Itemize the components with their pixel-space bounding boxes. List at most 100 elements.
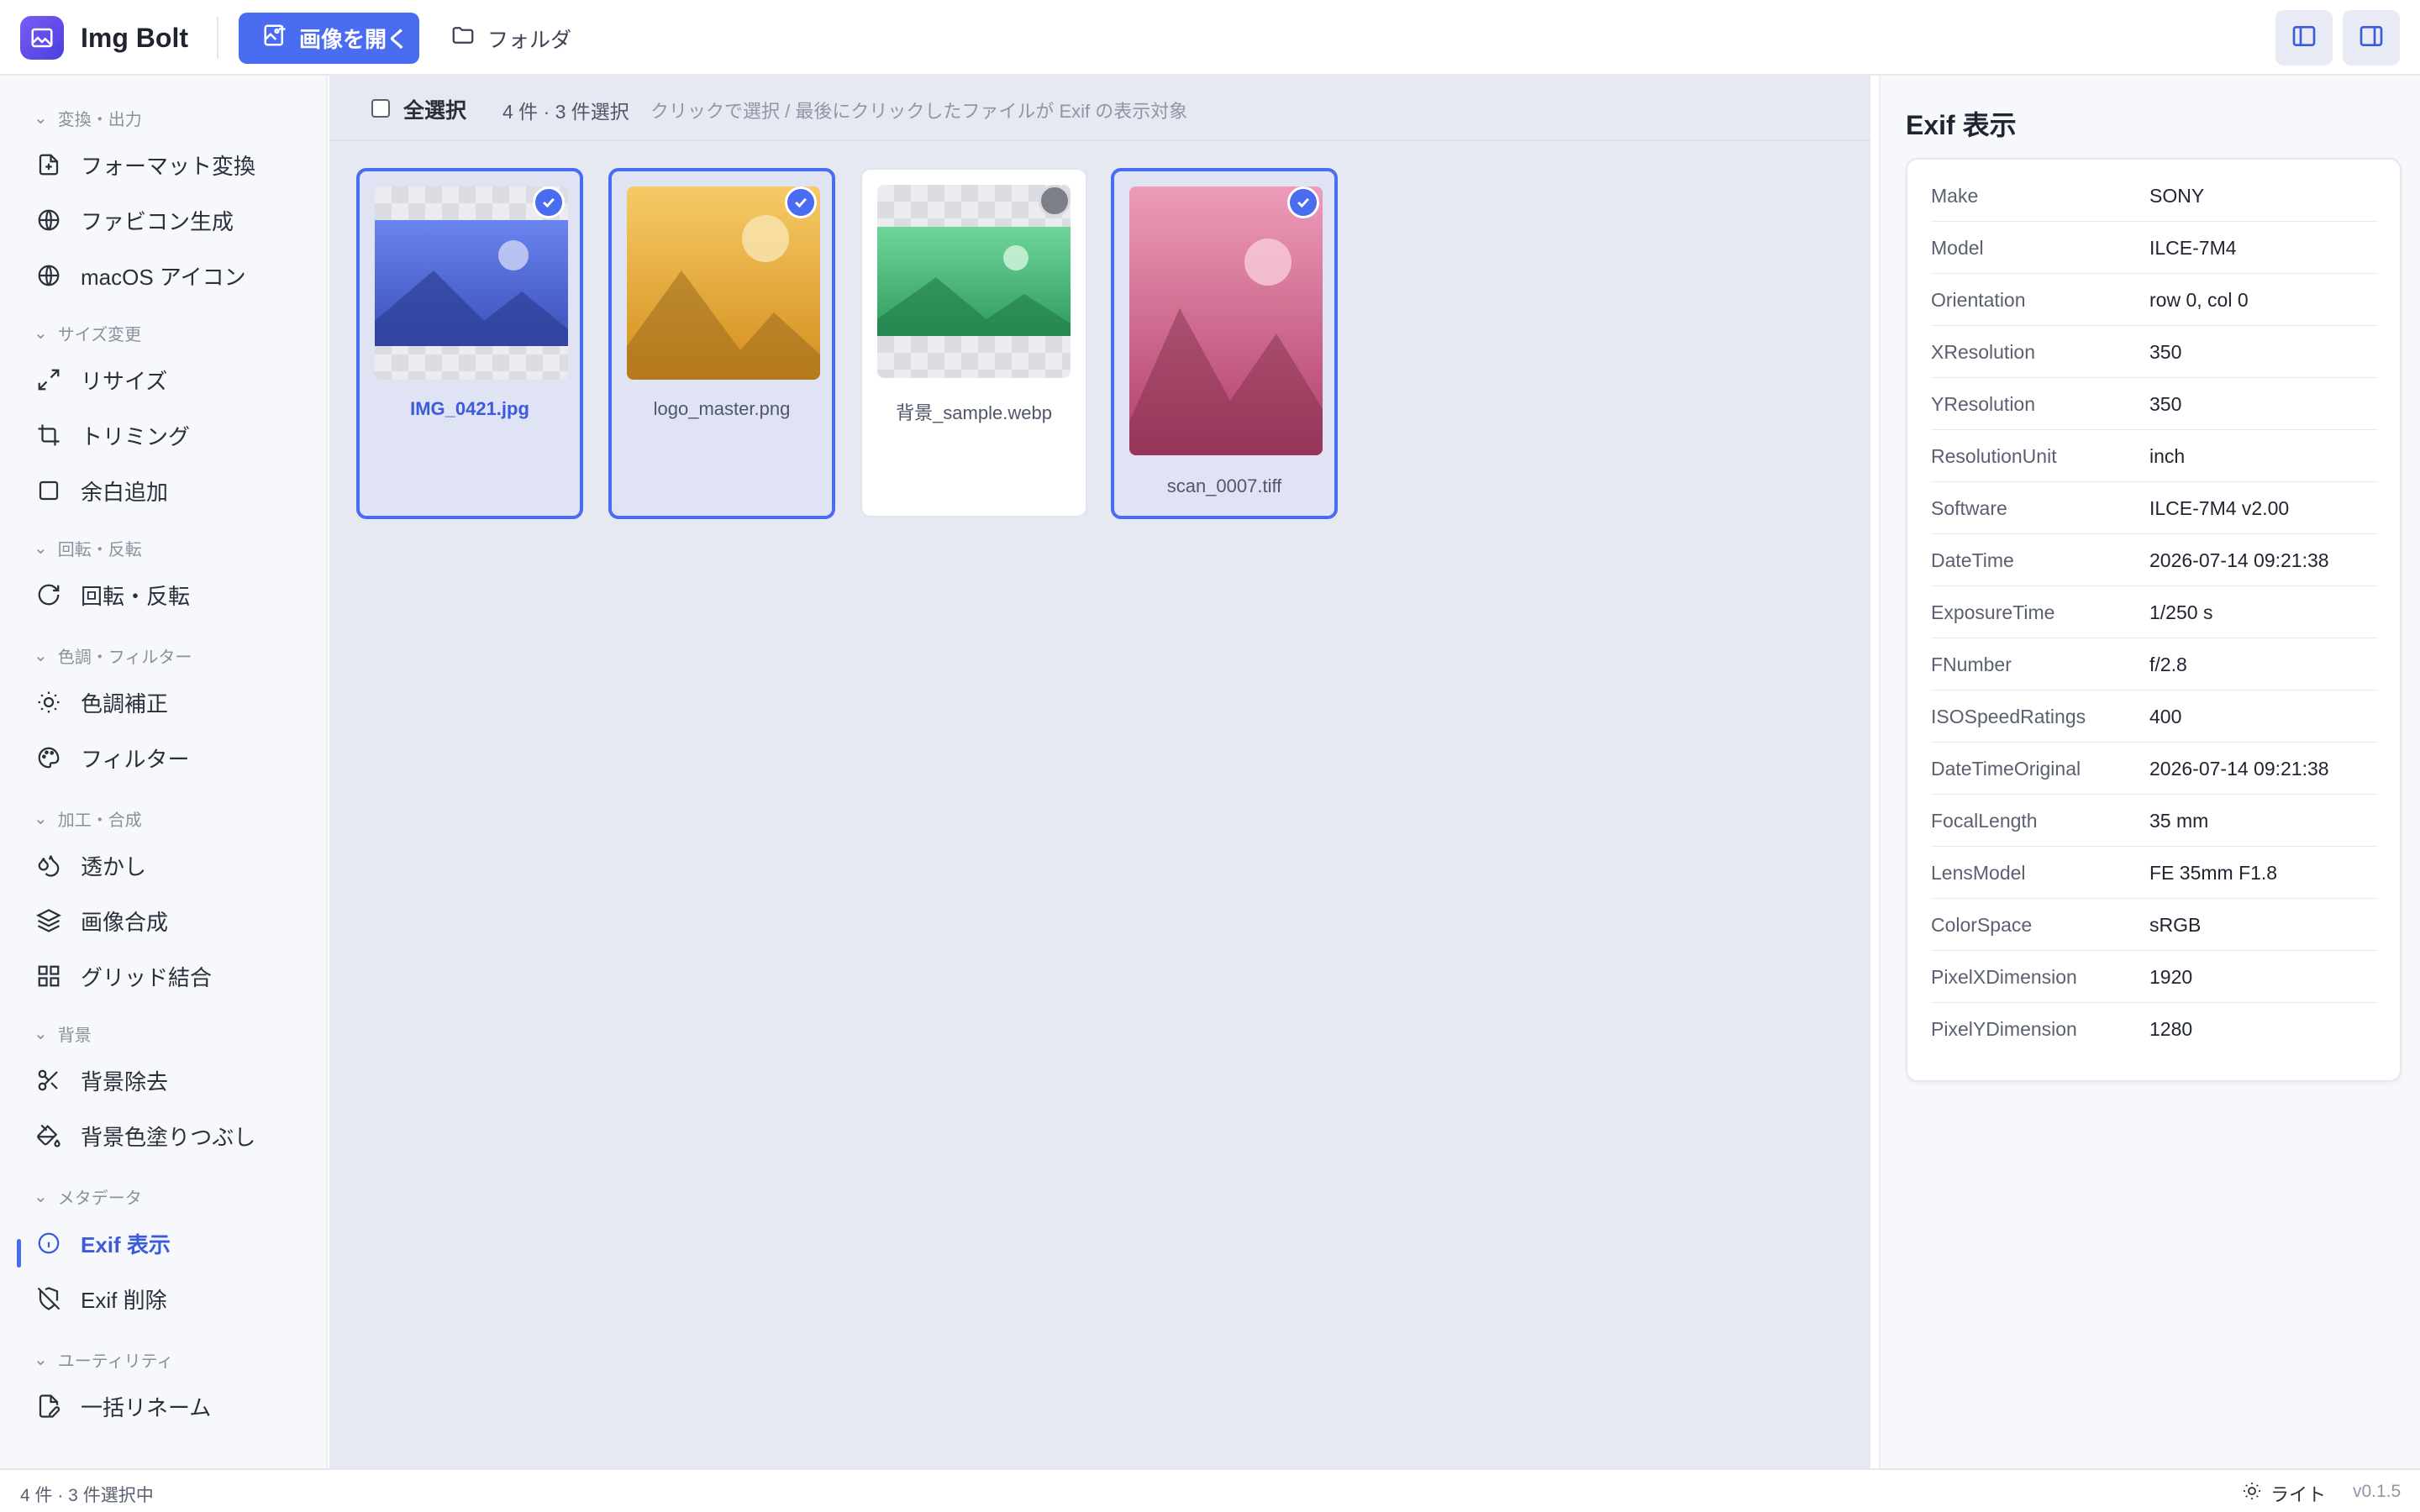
exif-key: ISOSpeedRatings: [1931, 706, 2086, 727]
sidebar-item-color-adjust[interactable]: 色調補正: [34, 679, 311, 726]
chevron-down-icon: ⌄: [34, 1025, 48, 1043]
exif-row: YResolution 350: [1931, 378, 2378, 430]
sidebar-item-grid-join[interactable]: グリッド結合: [34, 953, 311, 1000]
active-indicator: [17, 1239, 21, 1268]
exif-row: ResolutionUnit inch: [1931, 430, 2378, 482]
exif-value: 35 mm: [2149, 810, 2209, 832]
exif-row: ISOSpeedRatings 400: [1931, 690, 2378, 743]
panel-right-icon: [2358, 23, 2385, 54]
exif-panel: Exif 表示 Make SONY Model ILCE-7M4 Orientation…: [1879, 76, 2420, 1468]
exif-row: PixelYDimension 1280: [1931, 1003, 2378, 1055]
exif-row: FNumber f/2.8: [1931, 638, 2378, 690]
chevron-down-icon: ⌄: [34, 1188, 48, 1206]
exif-row: Orientation row 0, col 0: [1931, 274, 2378, 326]
sidebar-item-bg-remove[interactable]: 背景除去: [34, 1057, 311, 1104]
sidebar-item-bg-fill[interactable]: 背景色塗りつぶし: [34, 1112, 311, 1159]
exif-key: FNumber: [1931, 654, 2012, 675]
sidebar-group-background[interactable]: ⌄ 背景: [34, 1021, 92, 1046]
sidebar-item-resize[interactable]: リサイズ: [34, 356, 311, 403]
open-folder-button[interactable]: フォルダ: [450, 13, 571, 64]
exif-row: ColorSpace sRGB: [1931, 899, 2378, 951]
exif-key: Make: [1931, 185, 1979, 207]
sidebar-group-convert[interactable]: ⌄ 変換・出力: [34, 106, 142, 130]
file-card[interactable]: scan_0007.tiff: [1111, 168, 1338, 519]
sidebar-item-favicon[interactable]: ファビコン生成: [34, 197, 311, 244]
sidebar-item-filter[interactable]: フィルター: [34, 734, 311, 781]
file-card[interactable]: logo_master.png: [608, 168, 835, 519]
exif-key: DateTime: [1931, 549, 2014, 571]
exif-value: ILCE-7M4 v2.00: [2149, 497, 2290, 519]
status-selection-text: 4 件 · 3 件選択中: [20, 1486, 154, 1505]
file-name: scan_0007.tiff: [1166, 475, 1282, 496]
theme-toggle-button[interactable]: ライト: [2242, 1480, 2326, 1507]
exif-row: ExposureTime 1/250 s: [1931, 586, 2378, 638]
sidebar-group-resize[interactable]: ⌄ サイズ変更: [34, 321, 141, 345]
toggle-right-panel-button[interactable]: [2343, 10, 2400, 66]
paint-bucket-icon: [34, 1121, 64, 1151]
selection-hint: クリックで選択 / 最後にクリックしたファイルが Exif の表示対象: [650, 101, 1188, 122]
file-name: 背景_sample.webp: [896, 402, 1052, 423]
top-bar: Img Bolt 画像を開く フォルダ: [0, 0, 2420, 76]
sidebar-group-rotate[interactable]: ⌄ 回転・反転: [34, 536, 142, 560]
sidebar-item-rotate[interactable]: 回転・反転: [34, 571, 311, 618]
chevron-down-icon: ⌄: [34, 324, 48, 343]
selected-check-icon: [533, 186, 565, 218]
exif-key: ColorSpace: [1931, 914, 2033, 936]
exif-key: DateTimeOriginal: [1931, 758, 2081, 780]
sidebar-group-color[interactable]: ⌄ 色調・フィルター: [34, 643, 192, 668]
layers-icon: [34, 906, 64, 936]
sidebar-item-image-compose[interactable]: 画像合成: [34, 897, 311, 944]
sidebar-item-macos-icon[interactable]: macOS アイコン: [34, 252, 311, 299]
sun-icon: [2242, 1481, 2262, 1506]
exif-key: PixelYDimension: [1931, 1018, 2077, 1040]
app-logo-icon: [20, 16, 64, 60]
file-grid-area: 全選択 4 件 · 3 件選択 クリックで選択 / 最後にクリックしたファイルが…: [329, 76, 1870, 1468]
exif-value: row 0, col 0: [2149, 289, 2249, 311]
sidebar-item-format-convert[interactable]: フォーマット変換: [34, 141, 311, 188]
sidebar-item-watermark[interactable]: 透かし: [34, 842, 311, 889]
exif-value: 350: [2149, 341, 2182, 363]
sidebar-item-batch-rename[interactable]: 一括リネーム: [34, 1383, 311, 1430]
globe-icon: [34, 260, 64, 291]
exif-key: PixelXDimension: [1931, 966, 2077, 988]
file-name: logo_master.png: [653, 398, 791, 419]
sidebar-item-crop[interactable]: トリミング: [34, 412, 311, 459]
sidebar-group-metadata[interactable]: ⌄ メタデータ: [34, 1184, 142, 1209]
exif-value: 2026-07-14 09:21:38: [2149, 758, 2329, 780]
theme-label: ライト: [2270, 1484, 2327, 1505]
info-icon: [34, 1228, 64, 1258]
folder-label: フォルダ: [487, 28, 572, 52]
sidebar-group-utility[interactable]: ⌄ ユーティリティ: [34, 1347, 173, 1372]
globe-icon: [34, 205, 64, 235]
exif-row: PixelXDimension 1920: [1931, 951, 2378, 1003]
sidebar-item-exif-delete[interactable]: Exif 削除: [34, 1275, 311, 1322]
selection-toolbar: 全選択 4 件 · 3 件選択 クリックで選択 / 最後にクリックしたファイルが…: [329, 76, 1870, 141]
file-card[interactable]: 背景_sample.webp: [860, 168, 1087, 517]
exif-key: Orientation: [1931, 289, 2026, 311]
exif-key: ExposureTime: [1931, 601, 2055, 623]
exif-row: FocalLength 35 mm: [1931, 795, 2378, 847]
exif-key: Software: [1931, 497, 2007, 519]
selected-check-icon: [1287, 186, 1319, 218]
rotate-icon: [34, 580, 64, 610]
unselected-circle-icon: [1039, 185, 1071, 217]
open-image-button[interactable]: 画像を開く: [239, 13, 419, 64]
sidebar-group-compose[interactable]: ⌄ 加工・合成: [34, 806, 142, 831]
exif-value: 2026-07-14 09:21:38: [2149, 549, 2329, 571]
thumbnail: [1129, 186, 1323, 455]
select-all-label[interactable]: 全選択: [403, 94, 466, 124]
crop-icon: [34, 420, 64, 450]
chevron-down-icon: ⌄: [34, 1351, 48, 1369]
panel-left-icon: [2291, 23, 2317, 54]
exif-value: sRGB: [2149, 914, 2202, 936]
exif-value: 400: [2149, 706, 2182, 727]
exif-key: YResolution: [1931, 393, 2036, 415]
select-all-checkbox[interactable]: [371, 99, 390, 118]
exif-panel-title: Exif 表示: [1906, 110, 2017, 140]
sidebar-item-padding[interactable]: 余白追加: [34, 467, 311, 514]
chevron-down-icon: ⌄: [34, 539, 48, 558]
file-card[interactable]: IMG_0421.jpg: [356, 168, 583, 519]
app-name: Img Bolt: [81, 23, 188, 53]
toggle-left-panel-button[interactable]: [2275, 10, 2333, 66]
sidebar-item-exif-view[interactable]: Exif 表示: [34, 1220, 311, 1267]
